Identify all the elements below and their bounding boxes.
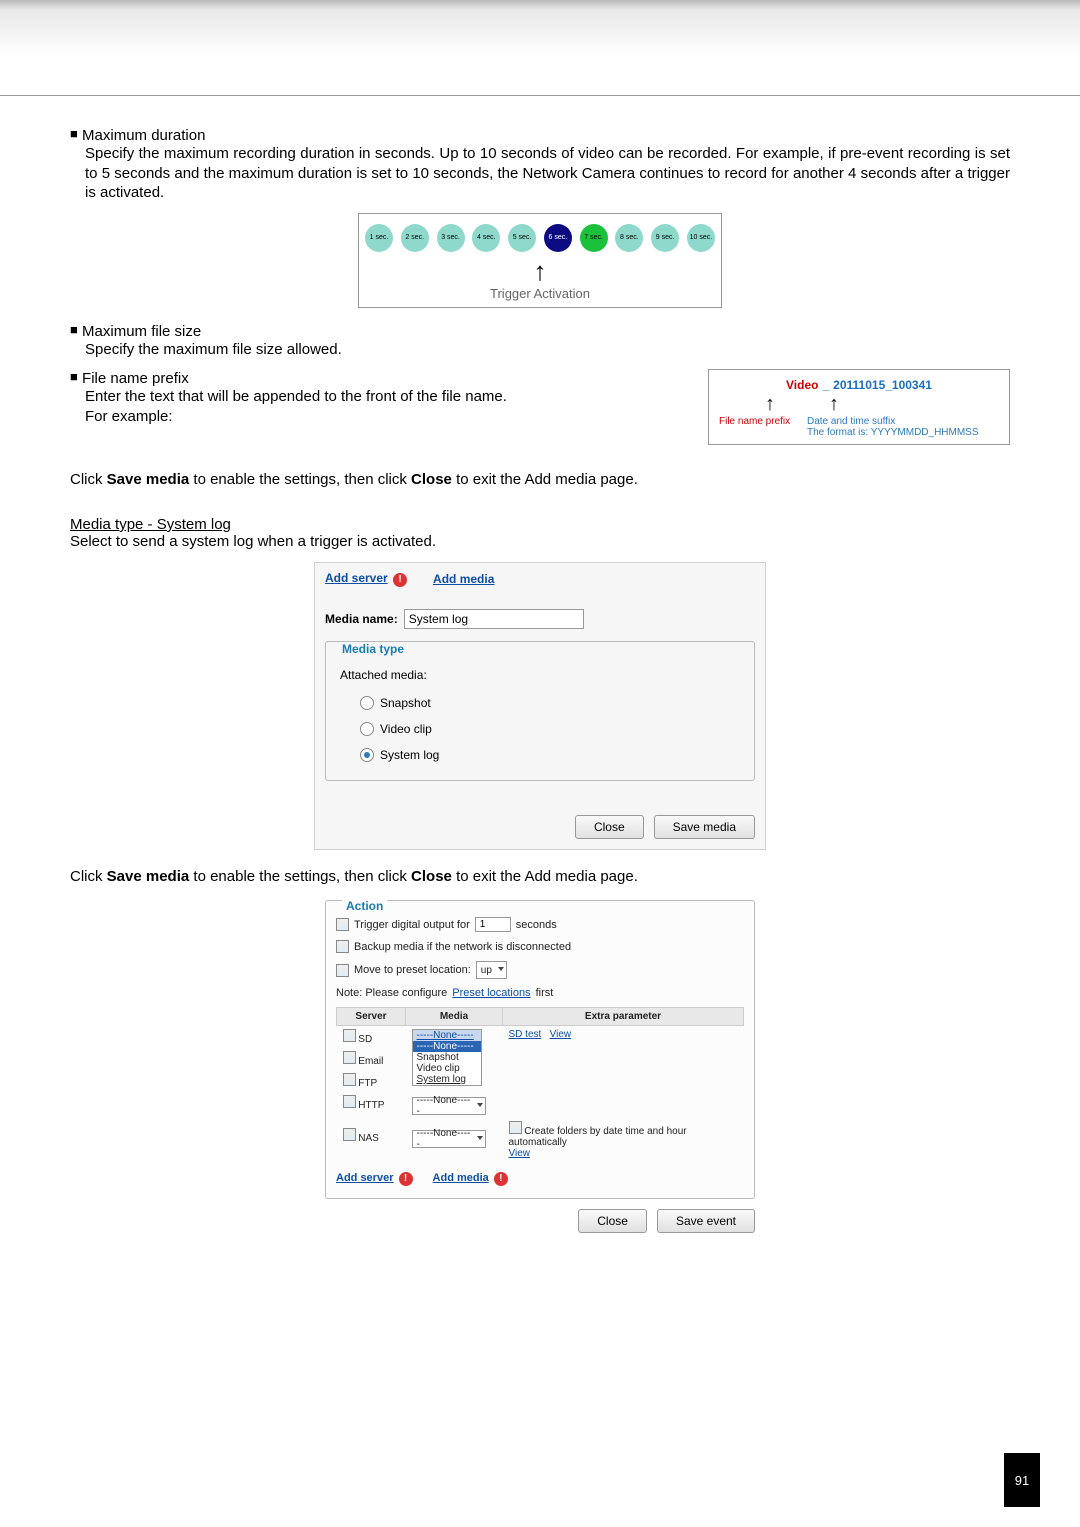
sec-4-circle: 4 sec. xyxy=(472,224,500,252)
save-instruction-1: Click Save media to enable the settings,… xyxy=(70,471,1010,488)
radio-icon xyxy=(360,748,374,762)
sec-8-circle: 8 sec. xyxy=(615,224,643,252)
save-instruction-2: Click Save media to enable the settings,… xyxy=(70,868,1010,885)
sec-3-circle: 3 sec. xyxy=(437,224,465,252)
attached-media-label: Attached media: xyxy=(340,664,740,690)
max-file-size-section: ■ Maximum file size Specify the maximum … xyxy=(70,322,1010,360)
alert-icon: ! xyxy=(494,1172,508,1186)
sec-7-circle: 7 sec. xyxy=(580,224,608,252)
add-server-link[interactable]: Add server xyxy=(325,571,388,585)
checkbox-http[interactable] xyxy=(343,1095,356,1108)
trigger-caption: Trigger Activation xyxy=(365,286,715,301)
sec-6-circle: 6 sec. xyxy=(544,224,572,252)
file-prefix-title: File name prefix xyxy=(82,370,189,387)
radio-icon xyxy=(360,696,374,710)
checkbox-nas[interactable] xyxy=(343,1128,356,1141)
add-media-panel: Add server ! Add media Media name: Media… xyxy=(314,562,766,850)
radio-systemlog[interactable]: System log xyxy=(340,742,740,768)
up-arrow-icon: ↑ xyxy=(829,394,839,414)
th-server: Server xyxy=(337,1008,406,1026)
fn-prefix-label: File name prefix xyxy=(719,416,807,438)
nas-media-select[interactable]: -----None----- xyxy=(412,1130,486,1148)
max-file-size-body: Specify the maximum file size allowed. xyxy=(70,340,1010,360)
sd-view-link[interactable]: View xyxy=(550,1029,572,1040)
trigger-arrow-icon: ↑ xyxy=(365,258,715,284)
file-prefix-body1: Enter the text that will be appended to … xyxy=(85,388,507,405)
alert-icon: ! xyxy=(393,573,407,587)
system-log-body: Select to send a system log when a trigg… xyxy=(70,533,1010,550)
max-file-size-title: Maximum file size xyxy=(82,323,201,340)
th-extra: Extra parameter xyxy=(503,1008,744,1026)
max-duration-title: Maximum duration xyxy=(82,127,205,144)
preset-locations-link[interactable]: Preset locations xyxy=(452,987,530,999)
page-header xyxy=(0,0,1080,96)
action-legend: Action xyxy=(342,899,387,913)
action-panel: Action Trigger digital output for second… xyxy=(325,900,755,1243)
radio-videoclip[interactable]: Video clip xyxy=(340,716,740,742)
nas-view-link[interactable]: View xyxy=(509,1148,531,1159)
sec-2-circle: 2 sec. xyxy=(401,224,429,252)
save-media-button[interactable]: Save media xyxy=(654,815,755,839)
action-table: Server Media Extra parameter SD -----Non… xyxy=(336,1007,744,1162)
checkbox-ftp[interactable] xyxy=(343,1073,356,1086)
checkbox-sd[interactable] xyxy=(343,1029,356,1042)
fn-suffix-label-2: The format is: YYYYMMDD_HHMMSS xyxy=(807,427,979,438)
checkbox-email[interactable] xyxy=(343,1051,356,1064)
system-log-title: Media type - System log xyxy=(70,516,1010,533)
sec-5-circle: 5 sec. xyxy=(508,224,536,252)
max-duration-section: ■ Maximum duration Specify the maximum r… xyxy=(70,126,1010,203)
add-media-link-2[interactable]: Add media xyxy=(433,1172,489,1184)
file-prefix-body2: For example: xyxy=(85,408,173,425)
checkbox-backup[interactable] xyxy=(336,940,349,953)
th-media: Media xyxy=(406,1008,503,1026)
sd-test-link[interactable]: SD test xyxy=(509,1029,542,1040)
trigger-diagram: 1 sec. 2 sec. 3 sec. 4 sec. 5 sec. 6 sec… xyxy=(358,213,722,308)
http-media-select[interactable]: -----None----- xyxy=(412,1097,486,1115)
close-button[interactable]: Close xyxy=(575,815,644,839)
sec-9-circle: 9 sec. xyxy=(651,224,679,252)
sec-10-circle: 10 sec. xyxy=(687,224,715,252)
add-server-link-2[interactable]: Add server xyxy=(336,1172,393,1184)
media-type-legend: Media type xyxy=(338,642,408,656)
sec-1-circle: 1 sec. xyxy=(365,224,393,252)
close-button-2[interactable]: Close xyxy=(578,1209,647,1233)
sd-media-select[interactable]: -----None----- -----None----- Snapshot V… xyxy=(412,1029,482,1086)
media-name-input[interactable] xyxy=(404,609,584,629)
file-prefix-section: ■ File name prefix Enter the text that w… xyxy=(70,369,698,426)
save-event-button[interactable]: Save event xyxy=(657,1209,755,1233)
fn-suffix-label-1: Date and time suffix xyxy=(807,416,895,427)
max-duration-body: Specify the maximum recording duration i… xyxy=(70,144,1010,203)
radio-icon xyxy=(360,722,374,736)
fn-prefix-text: Video xyxy=(786,378,818,392)
alert-icon: ! xyxy=(399,1172,413,1186)
checkbox-trigger-do[interactable] xyxy=(336,918,349,931)
checkbox-create-folders[interactable] xyxy=(509,1121,522,1134)
media-type-fieldset: Media type Attached media: Snapshot Vide… xyxy=(325,641,755,781)
page-number: 91 xyxy=(1004,1453,1040,1507)
media-name-label: Media name: xyxy=(325,612,398,626)
add-media-link[interactable]: Add media xyxy=(433,572,494,586)
trigger-seconds-input[interactable] xyxy=(475,917,511,932)
filename-example-box: Video_20111015_100341 ↑↑ File name prefi… xyxy=(708,369,1010,445)
checkbox-move-preset[interactable] xyxy=(336,964,349,977)
fn-suffix-text: 20111015_100341 xyxy=(833,378,932,392)
preset-select[interactable]: up xyxy=(476,961,507,979)
up-arrow-icon: ↑ xyxy=(765,394,775,414)
radio-snapshot[interactable]: Snapshot xyxy=(340,690,740,716)
